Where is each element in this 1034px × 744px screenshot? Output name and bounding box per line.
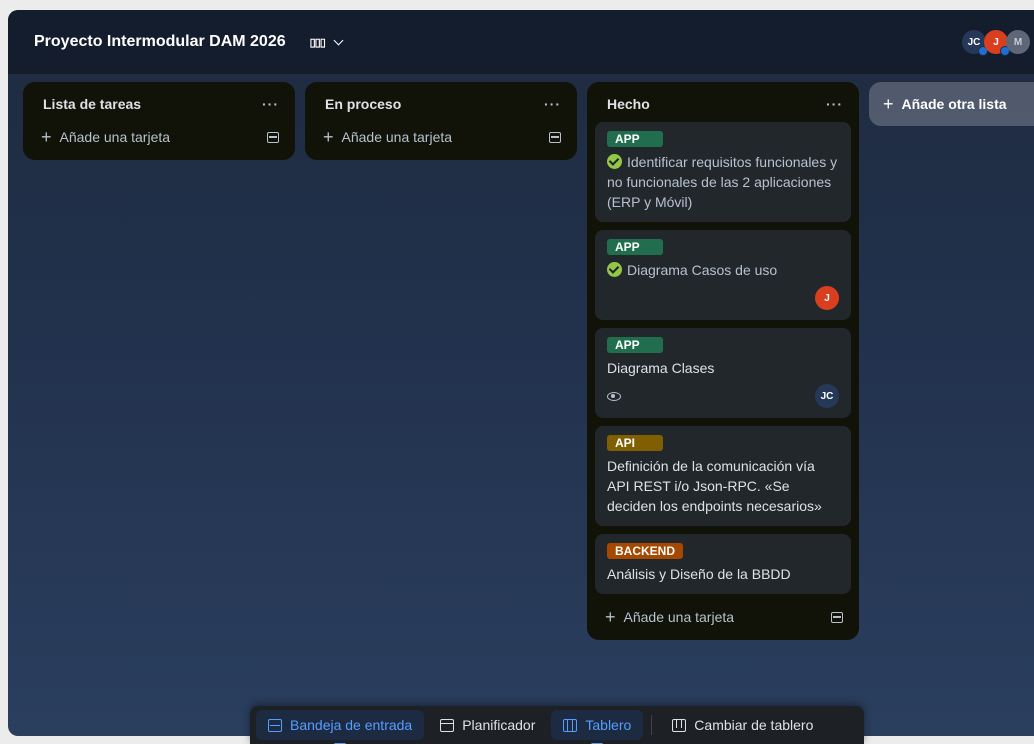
card-footer: JC <box>607 384 839 408</box>
card-title: Diagrama Clases <box>607 360 715 376</box>
card[interactable]: APP Identificar requisitos funcionales y… <box>595 122 851 222</box>
list-hecho: Hecho ··· APP Identificar requisitos fun… <box>587 82 859 640</box>
chevron-down-icon <box>333 35 344 46</box>
planner-label: Planificador <box>462 717 536 733</box>
board-icon <box>563 718 578 732</box>
switch-board-button[interactable]: Cambiar de tablero <box>660 710 825 740</box>
card-label: APP <box>607 131 663 147</box>
avatar-initials: M <box>1013 36 1023 48</box>
add-card-label: Añade una tarjeta <box>59 129 171 145</box>
add-card-left: + Añade una tarjeta <box>41 128 170 146</box>
board-button[interactable]: Tablero <box>551 710 644 744</box>
planner-button[interactable]: Planificador <box>428 710 547 740</box>
avatar[interactable]: M <box>1006 30 1030 54</box>
list-menu-icon[interactable]: ··· <box>544 96 561 112</box>
add-card-button[interactable]: + Añade una tarjeta <box>595 602 851 632</box>
add-card-button[interactable]: + Añade una tarjeta <box>31 122 287 152</box>
view-switch-button[interactable]: ▯▯▯ <box>304 32 348 53</box>
list-en-proceso: En proceso ··· + Añade una tarjeta <box>305 82 577 160</box>
card-title: Análisis y Diseño de la BBDD <box>607 566 791 582</box>
nav-divider <box>651 715 653 735</box>
board-view-icon: ▯▯▯ <box>309 36 326 49</box>
add-list-button[interactable]: + Añade otra lista <box>869 82 1034 126</box>
list-header: En proceso ··· <box>313 90 569 122</box>
add-card-left: + Añade una tarjeta <box>605 608 734 626</box>
card-title: Diagrama Casos de uso <box>627 262 778 278</box>
card-member-avatar[interactable]: JC <box>815 384 839 408</box>
lists-container: Lista de tareas ··· + Añade una tarjeta … <box>23 82 1034 640</box>
avatar[interactable]: J <box>984 30 1010 56</box>
list-title[interactable]: Lista de tareas <box>43 96 141 112</box>
list-lista-de-tareas: Lista de tareas ··· + Añade una tarjeta <box>23 82 295 160</box>
card-member-avatar[interactable]: J <box>815 286 839 310</box>
card-template-icon[interactable] <box>549 131 561 143</box>
board-label: Tablero <box>585 717 632 733</box>
plus-icon: + <box>605 607 616 627</box>
list-title[interactable]: Hecho <box>607 96 650 112</box>
inbox-label: Bandeja de entrada <box>290 717 413 733</box>
check-circle-icon[interactable] <box>607 262 622 277</box>
inbox-icon <box>268 718 282 732</box>
card-label: API <box>607 435 663 451</box>
card[interactable]: APP Diagrama Casos de uso J <box>595 230 851 320</box>
calendar-icon <box>440 718 455 732</box>
card-list: APP Identificar requisitos funcionales y… <box>595 122 851 594</box>
card-label: APP <box>607 239 663 255</box>
list-header: Hecho ··· <box>595 90 851 122</box>
plus-icon: + <box>323 127 334 147</box>
board: Proyecto Intermodular DAM 2026 ▯▯▯ JC J … <box>8 10 1034 736</box>
card-footer: J <box>607 286 839 310</box>
card-label: APP <box>607 337 663 353</box>
add-card-label: Añade una tarjeta <box>341 129 453 145</box>
eye-icon <box>607 391 621 401</box>
member-avatars: JC J M <box>962 30 1030 56</box>
add-card-label: Añade una tarjeta <box>623 609 735 625</box>
inbox-button[interactable]: Bandeja de entrada <box>256 710 425 744</box>
avatar[interactable]: JC <box>962 30 988 56</box>
add-card-button[interactable]: + Añade una tarjeta <box>313 122 569 152</box>
avatar-initials: JC <box>967 36 981 48</box>
list-menu-icon[interactable]: ··· <box>826 96 843 112</box>
list-title[interactable]: En proceso <box>325 96 401 112</box>
card-title: Definición de la comunicación vía API RE… <box>607 458 822 514</box>
card[interactable]: APP Diagrama Clases JC <box>595 328 851 418</box>
plus-icon: + <box>41 127 52 147</box>
plus-icon: + <box>883 94 894 114</box>
board-title[interactable]: Proyecto Intermodular DAM 2026 <box>34 33 286 51</box>
switch-board-label: Cambiar de tablero <box>694 717 814 733</box>
card-title-row: Diagrama Casos de uso <box>607 260 839 280</box>
avatar-initials: J <box>993 36 999 48</box>
card-label: BACKEND <box>607 543 683 559</box>
board-header: Proyecto Intermodular DAM 2026 ▯▯▯ JC J … <box>8 10 1034 74</box>
switch-board-icon <box>672 718 687 732</box>
add-card-left: + Añade una tarjeta <box>323 128 452 146</box>
add-list-label: Añade otra lista <box>901 96 1007 112</box>
card[interactable]: BACKEND Análisis y Diseño de la BBDD <box>595 534 851 594</box>
check-circle-icon[interactable] <box>607 154 622 169</box>
card-template-icon[interactable] <box>831 611 843 623</box>
list-header: Lista de tareas ··· <box>31 90 287 122</box>
card-template-icon[interactable] <box>267 131 279 143</box>
list-menu-icon[interactable]: ··· <box>262 96 279 112</box>
bottom-nav: Bandeja de entrada Planificador Tablero … <box>250 706 864 744</box>
card[interactable]: API Definición de la comunicación vía AP… <box>595 426 851 526</box>
card-title: Identificar requisitos funcionales y no … <box>607 154 838 210</box>
card-title-row: Identificar requisitos funcionales y no … <box>607 152 839 212</box>
